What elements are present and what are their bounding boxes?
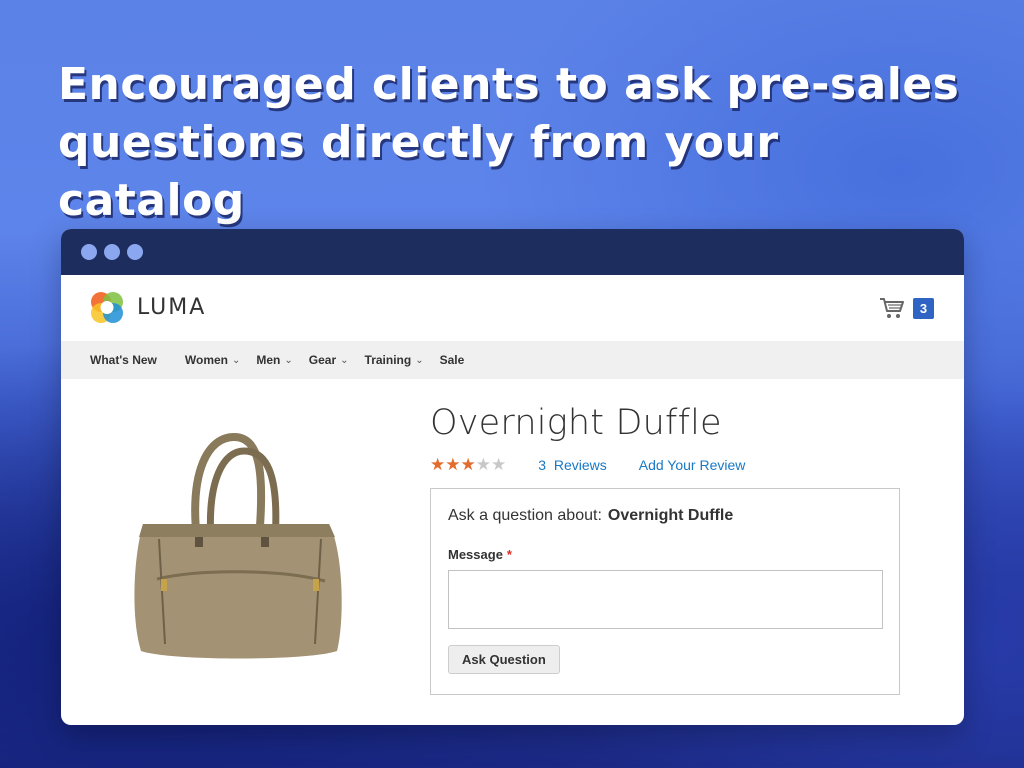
star-filled-icon: ★ xyxy=(430,455,446,474)
nav-item-label: Sale xyxy=(439,353,465,367)
window-dot-icon xyxy=(127,244,143,260)
shopping-cart-icon xyxy=(880,298,904,318)
message-label: Message * xyxy=(448,547,882,562)
nav-item-women[interactable]: Women ⌄ xyxy=(185,353,241,367)
nav-item-men[interactable]: Men ⌄ xyxy=(256,353,292,367)
nav-item-label: Gear xyxy=(308,353,337,367)
main-navigation: What's New Women ⌄ Men ⌄ Gear ⌄ Training… xyxy=(61,341,964,379)
reviews-label: Reviews xyxy=(553,457,607,473)
reviews-count: 3 xyxy=(538,457,547,473)
star-empty-icon: ★ xyxy=(491,455,507,474)
star-filled-icon: ★ xyxy=(445,455,461,474)
chevron-down-icon: ⌄ xyxy=(415,354,424,366)
ask-heading-product: Overnight Duffle xyxy=(607,507,734,524)
ask-question-button[interactable]: Ask Question xyxy=(448,645,560,674)
rating-stars: ★★★★★ xyxy=(430,455,506,475)
browser-window: LUMA 3 What's New Women ⌄ Men ⌄ Gear ⌄ T… xyxy=(61,229,964,725)
luma-logo-icon xyxy=(91,292,123,323)
window-titlebar xyxy=(61,229,964,275)
nav-item-label: Men xyxy=(256,353,281,367)
product-title: Overnight Duffle xyxy=(430,403,722,443)
product-info: Overnight Duffle ★★★★★ 3 Reviews Add You… xyxy=(430,401,900,695)
reviews-link[interactable]: 3 Reviews xyxy=(538,457,606,473)
star-filled-icon: ★ xyxy=(460,455,476,474)
chevron-down-icon: ⌄ xyxy=(232,354,241,366)
nav-item-label: What's New xyxy=(90,353,157,367)
product-image[interactable] xyxy=(129,429,349,669)
minicart[interactable]: 3 xyxy=(879,295,934,321)
chevron-down-icon: ⌄ xyxy=(284,354,293,366)
window-dot-icon xyxy=(104,244,120,260)
nav-item-sale[interactable]: Sale xyxy=(440,353,465,367)
message-label-text: Message xyxy=(448,547,503,562)
chevron-down-icon: ⌄ xyxy=(340,354,349,366)
nav-item-label: Women xyxy=(184,353,228,367)
headline: Encouraged clients to ask pre-sales ques… xyxy=(58,59,960,226)
nav-item-whats-new[interactable]: What's New xyxy=(90,353,157,367)
logo-text: LUMA xyxy=(137,294,207,320)
site-header: LUMA 3 xyxy=(61,275,964,341)
rating-summary: ★★★★★ 3 Reviews Add Your Review xyxy=(430,455,900,475)
ask-question-heading: Ask a question about: Overnight Duffle xyxy=(448,507,882,525)
window-dot-icon xyxy=(81,244,97,260)
ask-heading-prefix: Ask a question about: xyxy=(448,507,602,524)
required-marker: * xyxy=(506,547,512,562)
cart-count-badge: 3 xyxy=(913,297,934,319)
ask-question-form: Ask a question about: Overnight Duffle Me… xyxy=(430,488,900,695)
add-review-link[interactable]: Add Your Review xyxy=(639,457,746,473)
message-textarea[interactable] xyxy=(448,570,883,629)
nav-item-label: Training xyxy=(364,353,412,367)
site-logo[interactable]: LUMA xyxy=(89,289,206,325)
nav-item-gear[interactable]: Gear ⌄ xyxy=(309,353,349,367)
star-empty-icon: ★ xyxy=(475,455,491,474)
nav-item-training[interactable]: Training ⌄ xyxy=(365,353,424,367)
